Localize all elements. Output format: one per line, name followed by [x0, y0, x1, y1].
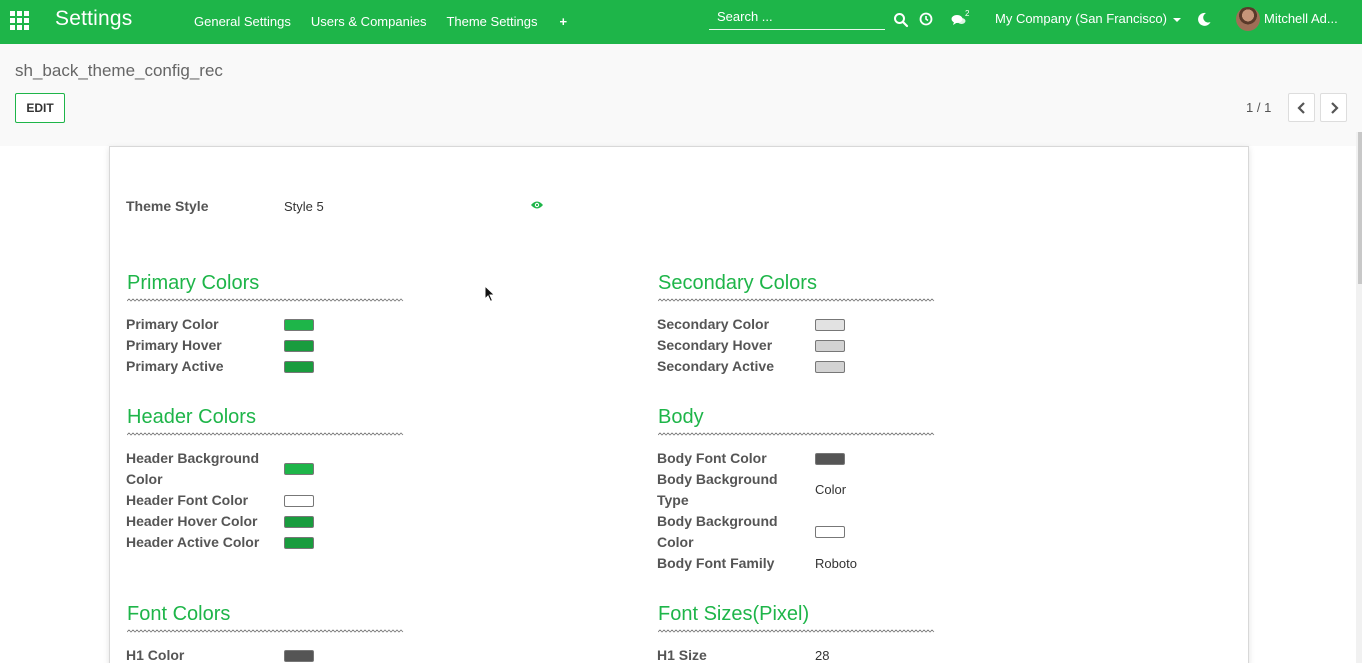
menu-users-companies[interactable]: Users & Companies	[301, 0, 437, 44]
h1-size-label: H1 Size	[657, 647, 707, 663]
pager-previous-button[interactable]	[1288, 93, 1315, 122]
menu-general-settings[interactable]: General Settings	[184, 0, 301, 44]
primary-color-label: Primary Color	[126, 316, 219, 332]
secondary-active-swatch[interactable]	[815, 361, 845, 373]
primary-hover-label: Primary Hover	[126, 337, 222, 353]
theme-style-label: Theme Style	[126, 198, 209, 214]
body-bg-type-label-line2: Type	[657, 492, 689, 508]
chevron-right-icon	[1330, 101, 1339, 114]
breadcrumb[interactable]: sh_back_theme_config_rec	[15, 61, 223, 81]
header-hover-color-label: Header Hover Color	[126, 513, 258, 529]
section-divider	[127, 629, 404, 633]
edit-button[interactable]: EDIT	[15, 93, 65, 123]
plus-icon[interactable]: +	[548, 0, 578, 44]
body-font-color-swatch[interactable]	[815, 453, 845, 465]
secondary-color-label: Secondary Color	[657, 316, 770, 332]
header-bg-color-swatch[interactable]	[284, 463, 314, 475]
h1-size-value[interactable]: 28	[815, 645, 829, 663]
company-switcher[interactable]: My Company (San Francisco)	[995, 0, 1181, 37]
h1-color-label: H1 Color	[126, 647, 185, 663]
apps-grid-icon[interactable]	[10, 11, 29, 30]
header-bg-color-label-line2: Color	[126, 471, 163, 487]
moon-icon[interactable]	[1196, 11, 1212, 27]
theme-style-value[interactable]: Style 5	[284, 196, 324, 217]
clock-icon[interactable]	[919, 12, 935, 28]
font-colors-title: Font Colors	[127, 603, 231, 625]
top-menu: General Settings Users & Companies Theme…	[184, 0, 577, 44]
search-icon[interactable]	[893, 12, 909, 28]
body-font-family-label: Body Font Family	[657, 555, 775, 571]
header-bg-color-label-line1: Header Background	[126, 450, 260, 466]
header-colors-title: Header Colors	[127, 406, 256, 428]
scrollbar-thumb[interactable]	[1358, 132, 1362, 284]
body-bg-color-label-line1: Body Background	[657, 513, 778, 529]
secondary-color-swatch[interactable]	[815, 319, 845, 331]
primary-colors-title: Primary Colors	[127, 272, 260, 294]
user-name: Mitchell Ad...	[1264, 11, 1338, 26]
pager-value[interactable]: 1 / 1	[1246, 100, 1271, 115]
chevron-left-icon	[1296, 101, 1305, 114]
header-font-color-swatch[interactable]	[284, 495, 314, 507]
company-name: My Company (San Francisco)	[995, 11, 1167, 26]
app-title: Settings	[55, 7, 133, 30]
header-font-color-label: Header Font Color	[126, 492, 249, 508]
h1-color-swatch[interactable]	[284, 650, 314, 662]
mouse-cursor-icon	[484, 285, 496, 303]
body-bg-type-label-line1: Body Background	[657, 471, 778, 487]
eye-icon[interactable]	[530, 200, 544, 210]
pager-next-button[interactable]	[1320, 93, 1347, 122]
primary-color-swatch[interactable]	[284, 319, 314, 331]
font-sizes-title: Font Sizes(Pixel)	[658, 603, 810, 625]
primary-active-label: Primary Active	[126, 358, 224, 374]
chevron-down-icon	[1172, 17, 1181, 22]
body-bg-color-label-line2: Color	[657, 534, 694, 550]
body-font-family-value[interactable]: Roboto	[815, 553, 857, 574]
secondary-hover-label: Secondary Hover	[657, 337, 773, 353]
body-title: Body	[658, 406, 704, 428]
section-divider	[127, 432, 404, 436]
body-bg-color-swatch[interactable]	[815, 526, 845, 538]
secondary-hover-swatch[interactable]	[815, 340, 845, 352]
user-menu[interactable]: Mitchell Ad...	[1236, 0, 1338, 37]
section-divider	[658, 298, 935, 302]
header-hover-color-swatch[interactable]	[284, 516, 314, 528]
section-divider	[658, 432, 935, 436]
avatar	[1236, 6, 1260, 31]
search-box	[709, 4, 885, 30]
menu-theme-settings[interactable]: Theme Settings	[436, 0, 547, 44]
body-font-color-label: Body Font Color	[657, 450, 767, 466]
header-active-color-label: Header Active Color	[126, 534, 260, 550]
top-navbar: Settings General Settings Users & Compan…	[0, 0, 1362, 44]
secondary-active-label: Secondary Active	[657, 358, 774, 374]
header-active-color-swatch[interactable]	[284, 537, 314, 549]
primary-hover-swatch[interactable]	[284, 340, 314, 352]
body-bg-type-value[interactable]: Color	[815, 479, 846, 500]
messages-badge: 2	[965, 9, 970, 18]
section-divider	[658, 629, 935, 633]
secondary-colors-title: Secondary Colors	[658, 272, 817, 294]
search-input[interactable]	[709, 4, 885, 29]
primary-active-swatch[interactable]	[284, 361, 314, 373]
